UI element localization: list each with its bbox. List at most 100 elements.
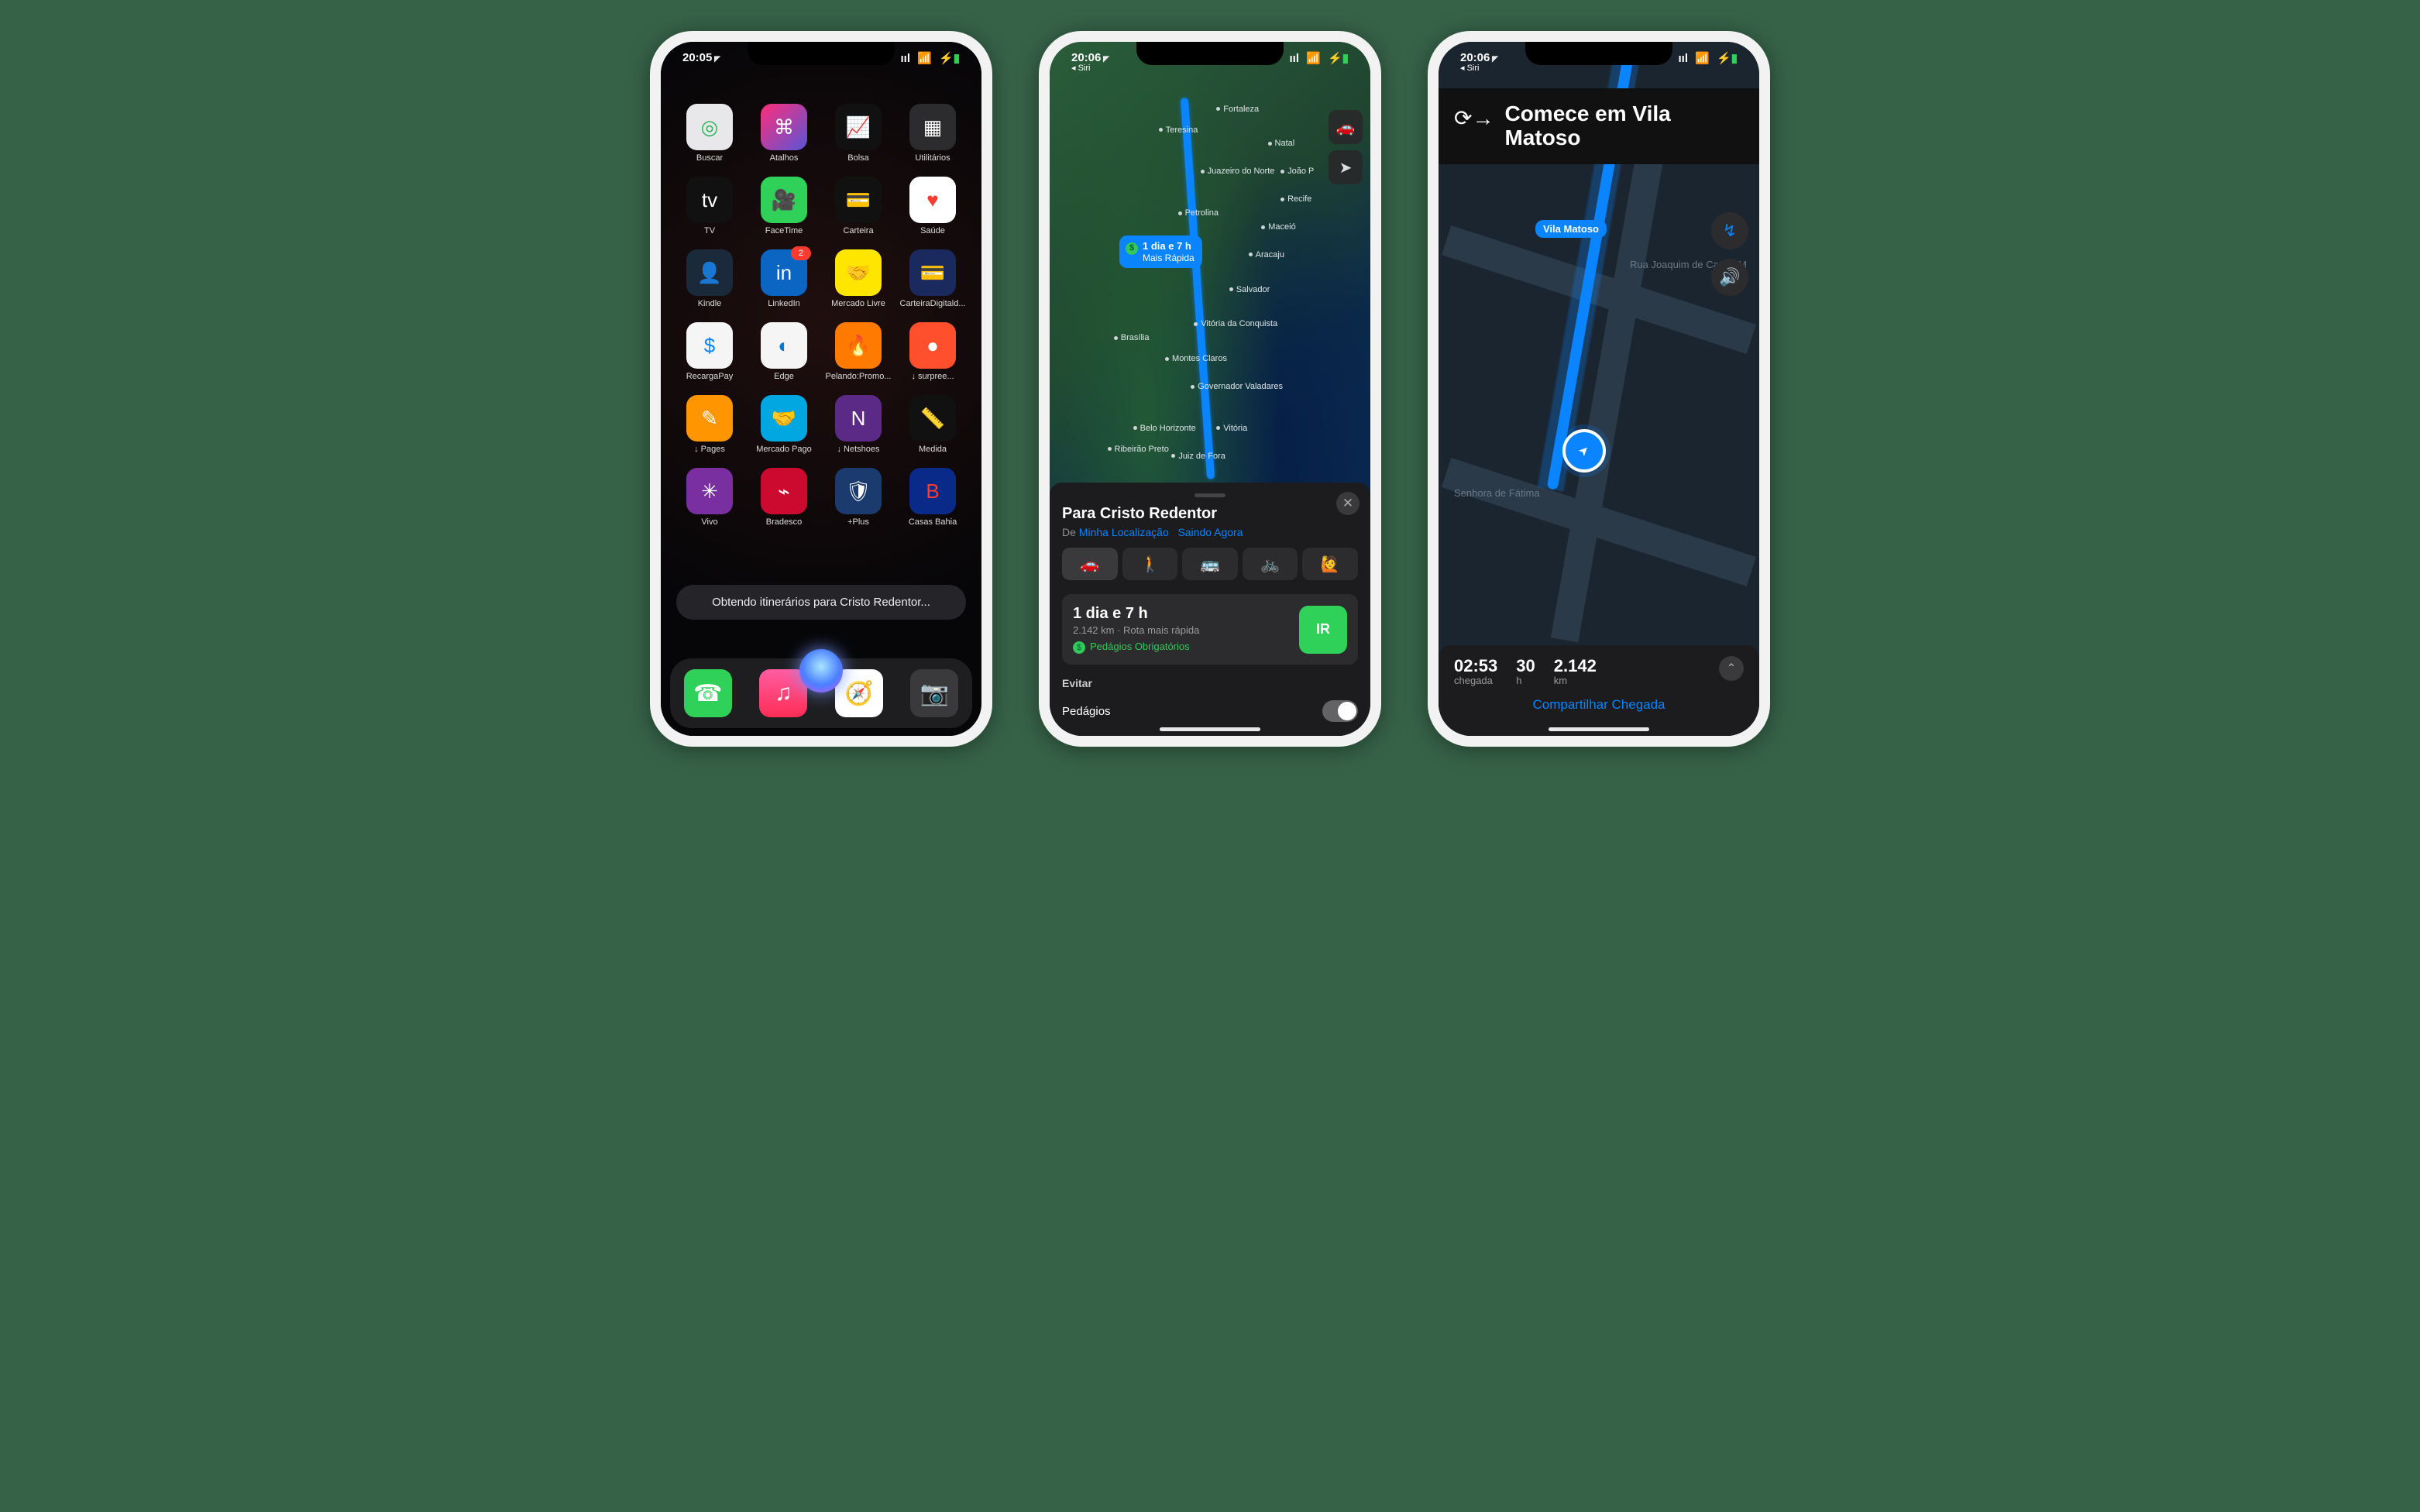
- city-label: Salvador: [1229, 285, 1270, 294]
- app-kindle[interactable]: 👤 Kindle: [676, 249, 743, 308]
- app-bradesco[interactable]: ⌁ Bradesco: [751, 468, 817, 527]
- start-icon: ⟳→: [1454, 105, 1494, 131]
- city-label: Recife: [1280, 194, 1311, 204]
- app-mercado-livre[interactable]: 🤝 Mercado Livre: [825, 249, 892, 308]
- app-linkedin[interactable]: in LinkedIn2: [751, 249, 817, 308]
- app-carteiradigitald-[interactable]: 💳 CarteiraDigitald...: [899, 249, 966, 308]
- app-edge[interactable]: ◐ Edge: [751, 322, 817, 381]
- home-screen: 20:05 ııl 📶 ⚡▮ ◎ Buscar⌘ Atalhos📈 Bolsa▦…: [661, 42, 981, 736]
- app-facetime[interactable]: 🎥 FaceTime: [751, 177, 817, 235]
- city-label: Fortaleza: [1216, 105, 1259, 114]
- mode-bike[interactable]: 🚲: [1243, 548, 1298, 580]
- app-label: Bolsa: [825, 153, 892, 163]
- app-grid: ◎ Buscar⌘ Atalhos📈 Bolsa▦ Utilitáriostv …: [661, 42, 981, 527]
- mode-ride[interactable]: 🙋: [1302, 548, 1358, 580]
- callout-duration: 1 dia e 7 h: [1143, 240, 1191, 252]
- app-icon: ◎: [686, 104, 733, 150]
- callout-subtitle: Mais Rápida: [1143, 253, 1195, 263]
- app-utilit-rios[interactable]: ▦ Utilitários: [899, 104, 966, 163]
- siri-orb-icon[interactable]: [799, 649, 843, 692]
- route-callout[interactable]: 1 dia e 7 h Mais Rápida: [1119, 235, 1202, 268]
- app-label: Pelando:Promo...: [825, 372, 892, 381]
- route-overview-button[interactable]: ↯: [1711, 212, 1748, 249]
- expand-button[interactable]: ⌃: [1719, 656, 1744, 681]
- app-icon: ♥: [909, 177, 956, 223]
- app-icon: ⌁: [761, 468, 807, 514]
- app-label: ↓ Netshoes: [825, 445, 892, 454]
- wifi-icon: 📶: [1695, 52, 1710, 65]
- start-point-badge[interactable]: Vila Matoso: [1535, 220, 1607, 238]
- app-buscar[interactable]: ◎ Buscar: [676, 104, 743, 163]
- home-indicator[interactable]: [1160, 727, 1260, 731]
- app-label: Carteira: [825, 226, 892, 235]
- city-label: Petrolina: [1178, 208, 1219, 218]
- app-bolsa[interactable]: 📈 Bolsa: [825, 104, 892, 163]
- app-vivo[interactable]: ✳ Vivo: [676, 468, 743, 527]
- status-indicators: ııl 📶 ⚡▮: [1675, 51, 1738, 73]
- avoid-tolls-switch[interactable]: [1322, 700, 1358, 722]
- mode-car[interactable]: 🚗: [1062, 548, 1118, 580]
- app-casas-bahia[interactable]: B Casas Bahia: [899, 468, 966, 527]
- audio-toggle-button[interactable]: 🔊: [1711, 259, 1748, 296]
- close-button[interactable]: ✕: [1336, 492, 1360, 515]
- app-sa-de[interactable]: ♥ Saúde: [899, 177, 966, 235]
- wifi-icon: 📶: [1306, 52, 1321, 65]
- notch: [1136, 42, 1284, 65]
- city-label: Juiz de Fora: [1171, 452, 1225, 461]
- app-atalhos[interactable]: ⌘ Atalhos: [751, 104, 817, 163]
- home-indicator[interactable]: [1549, 727, 1649, 731]
- app-label: CarteiraDigitald...: [899, 299, 966, 308]
- go-button[interactable]: IR: [1299, 606, 1347, 654]
- app--plus[interactable]: 🛡 +Plus: [825, 468, 892, 527]
- from-location-link[interactable]: Minha Localização: [1079, 526, 1169, 538]
- dock-camera[interactable]: 📷: [910, 669, 958, 717]
- app-label: Casas Bahia: [899, 517, 966, 527]
- app-label: Utilitários: [899, 153, 966, 163]
- app-icon: $: [686, 322, 733, 369]
- area-label: Senhora de Fátima: [1454, 487, 1540, 499]
- city-label: Maceió: [1261, 222, 1295, 232]
- app-label: Mercado Livre: [825, 299, 892, 308]
- city-label: Juazeiro do Norte: [1201, 167, 1275, 176]
- app-label: LinkedIn: [751, 299, 817, 308]
- app-pelando-promo-[interactable]: 🔥 Pelando:Promo...: [825, 322, 892, 381]
- notification-badge: 2: [791, 246, 811, 260]
- signal-icon: ııl: [1290, 52, 1300, 65]
- app-label: +Plus: [825, 517, 892, 527]
- app--surpree-[interactable]: ● ↓ surpree...: [899, 322, 966, 381]
- app-mercado-pago[interactable]: 🤝 Mercado Pago: [751, 395, 817, 454]
- app-icon: 📈: [835, 104, 882, 150]
- mode-transit[interactable]: 🚌: [1182, 548, 1238, 580]
- mode-walk[interactable]: 🚶: [1122, 548, 1178, 580]
- locate-me-button[interactable]: ➤: [1329, 150, 1363, 184]
- route-from-line: De Minha Localização Saindo Agora: [1062, 526, 1358, 538]
- app-recargapay[interactable]: $ RecargaPay: [676, 322, 743, 381]
- app-label: ↓ surpree...: [899, 372, 966, 381]
- app-icon: ⌘: [761, 104, 807, 150]
- app-label: Kindle: [676, 299, 743, 308]
- stat-value: 02:53: [1454, 656, 1497, 676]
- app-medida[interactable]: 📏 Medida: [899, 395, 966, 454]
- app--pages[interactable]: ✎ ↓ Pages: [676, 395, 743, 454]
- status-indicators: ııl 📶 ⚡▮: [897, 51, 960, 65]
- trip-stat: 30 h: [1516, 656, 1535, 686]
- app-label: Buscar: [676, 153, 743, 163]
- mode-toggle-button[interactable]: 🚗: [1329, 110, 1363, 144]
- share-eta-button[interactable]: Compartilhar Chegada: [1454, 697, 1744, 713]
- direction-text: Comece em Vila Matoso: [1504, 102, 1744, 150]
- battery-icon: ⚡▮: [939, 52, 960, 65]
- app-label: Edge: [751, 372, 817, 381]
- route-option[interactable]: 1 dia e 7 h 2.142 km · Rota mais rápida …: [1062, 594, 1358, 665]
- app-icon: ✳: [686, 468, 733, 514]
- sheet-grabber[interactable]: [1195, 493, 1225, 497]
- app-carteira[interactable]: 💳 Carteira: [825, 177, 892, 235]
- app-icon: 🤝: [761, 395, 807, 442]
- app--netshoes[interactable]: N ↓ Netshoes: [825, 395, 892, 454]
- app-tv[interactable]: tv TV: [676, 177, 743, 235]
- city-label: Natal: [1268, 139, 1295, 148]
- app-label: Vivo: [676, 517, 743, 527]
- dock-phone[interactable]: ☎: [684, 669, 732, 717]
- stat-label: km: [1554, 675, 1597, 686]
- leave-time-link[interactable]: Saindo Agora: [1177, 526, 1243, 538]
- dock-safari[interactable]: 🧭: [835, 669, 883, 717]
